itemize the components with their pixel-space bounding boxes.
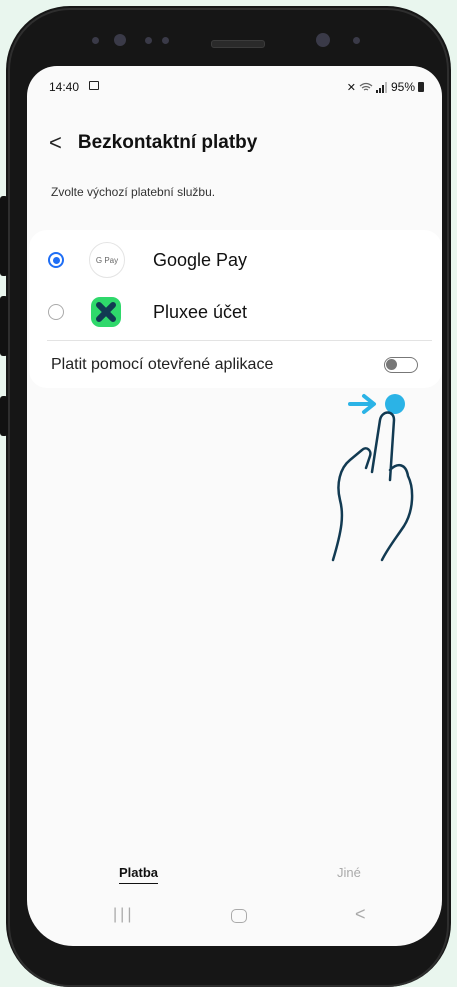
side-button	[0, 396, 8, 436]
chevron-left-icon[interactable]: <	[49, 130, 62, 156]
navigation-bar: ||| <	[27, 904, 442, 936]
tap-gesture-hand-icon	[331, 394, 414, 562]
radio-unselected-icon[interactable]	[48, 304, 64, 320]
sensor-dot	[353, 37, 360, 44]
status-bar: 14:40 ✕ 95%	[49, 76, 424, 96]
battery-percent: 95%	[390, 80, 415, 94]
bixby-button	[0, 296, 8, 356]
gallery-icon	[89, 81, 99, 90]
toggle-row[interactable]: Platit pomocí otevřené aplikace	[51, 346, 428, 382]
payment-options-card: G Pay Google Pay Pluxee účet Platit pomo…	[29, 230, 442, 388]
sensor-dot	[92, 37, 99, 44]
tab-platba[interactable]: Platba	[119, 865, 159, 884]
volume-button	[0, 196, 8, 276]
radio-selected-icon[interactable]	[48, 252, 64, 268]
home-icon[interactable]	[231, 909, 247, 923]
google-pay-icon: G Pay	[89, 242, 125, 278]
toggle-label: Platit pomocí otevřené aplikace	[51, 356, 274, 373]
option-label: Pluxee účet	[153, 301, 248, 322]
mute-icon: ✕	[346, 81, 356, 94]
page-subtitle: Zvolte výchozí platební službu.	[51, 185, 216, 199]
front-camera	[316, 33, 330, 47]
page-title: Bezkontaktní platby	[77, 132, 258, 153]
recent-apps-icon[interactable]: |||	[113, 906, 134, 924]
sensor-dot	[114, 34, 126, 46]
sensor-dot	[145, 37, 152, 44]
battery-icon	[418, 82, 424, 92]
back-nav-icon[interactable]: <	[355, 904, 366, 925]
page-header: < Bezkontaktní platby	[49, 130, 257, 156]
status-time: 14:40	[49, 80, 80, 94]
sensor-dot	[162, 37, 169, 44]
earpiece-speaker	[211, 40, 265, 48]
toggle-switch[interactable]	[384, 357, 418, 373]
bottom-tabs: Platba Jiné	[27, 861, 442, 891]
option-google-pay[interactable]: G Pay Google Pay	[29, 234, 442, 286]
status-icons: ✕ 95%	[347, 80, 424, 94]
pluxee-icon	[91, 297, 121, 327]
option-pluxee[interactable]: Pluxee účet	[29, 286, 442, 338]
divider	[47, 340, 432, 341]
wifi-icon	[359, 82, 373, 90]
signal-icon	[375, 81, 387, 93]
tab-jine[interactable]: Jiné	[337, 865, 361, 880]
option-label: Google Pay	[153, 249, 248, 270]
